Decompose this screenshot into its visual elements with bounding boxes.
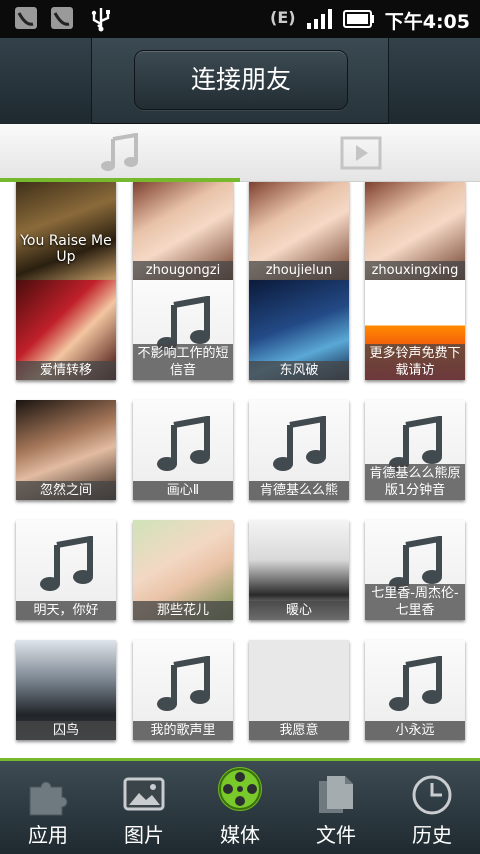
media-item-title: zhoujielun [249,261,349,280]
media-type-tabs [0,124,480,182]
media-item-title: You Raise Me Up [20,233,112,265]
media-item[interactable]: 东风破 [249,280,349,380]
media-item[interactable]: zhouxingxing [365,182,465,280]
media-item-title: 囚鸟 [16,721,116,740]
media-item-title: 肯德基么么熊原版1分钟音 [365,464,465,500]
media-item-title: 暖心 [249,601,349,620]
status-bar: (E) 下午4:05 [0,0,480,38]
music-grid: You Raise Me Up zhougongzi zhoujielun zhoux… [0,182,480,758]
media-item[interactable]: 暖心 [249,520,349,620]
header-bar: 连接朋友 [0,38,480,124]
nav-files[interactable]: 文件 [288,761,384,854]
media-item-title: 我的歌声里 [133,721,233,740]
clock-icon [412,775,452,815]
film-reel-icon [218,767,262,811]
media-item-title: zhougongzi [133,261,233,280]
media-item[interactable]: 不影响工作的短信音 [133,280,233,380]
media-item[interactable]: zhoujielun [249,182,349,280]
media-item[interactable]: 明天，你好 [16,520,116,620]
media-item-title: 更多铃声免费下载请访 [365,344,465,380]
nav-history[interactable]: 历史 [384,761,480,854]
header-left-panel [0,38,92,124]
media-item[interactable]: 爱情转移 [16,280,116,380]
battery-icon [343,10,375,32]
picture-icon [123,777,165,811]
header-right-panel [388,38,480,124]
media-item-title: 小永远 [365,721,465,740]
bottom-nav: 应用 图片 媒体 文件 历史 [0,758,480,854]
music-note-icon [273,416,326,471]
media-item-title: 那些花儿 [133,601,233,620]
media-item[interactable]: You Raise Me Up [16,182,116,280]
media-item[interactable]: 肯德基么么熊 [249,400,349,500]
status-time: 下午4:05 [384,11,470,33]
media-item-title: zhouxingxing [365,261,465,280]
media-item-title: 明天，你好 [16,601,116,620]
media-item[interactable]: 肯德基么么熊原版1分钟音 [365,400,465,500]
media-item[interactable]: 更多铃声免费下载请访 [365,280,465,380]
media-item[interactable]: 那些花儿 [133,520,233,620]
media-item[interactable]: 忽然之间 [16,400,116,500]
signal-icon [306,8,334,34]
tab-video[interactable] [240,124,480,182]
music-note-icon [157,416,210,471]
media-item-title: 我愿意 [249,721,349,740]
media-item-title: 爱情转移 [16,361,116,380]
nav-apps-label: 应用 [28,823,68,847]
media-item-title: 东风破 [249,361,349,380]
nav-media-label: 媒体 [220,823,260,847]
media-item[interactable]: 囚鸟 [16,640,116,740]
tab-music[interactable] [0,124,240,182]
play-icon [340,136,382,170]
music-note-icon [157,656,210,711]
network-type-indicator: (E) [270,8,296,27]
music-note-icon [389,656,442,711]
media-item[interactable]: zhougongzi [133,182,233,280]
nav-apps[interactable]: 应用 [0,761,96,854]
usb-icon [90,6,112,36]
media-item-title: 七里香-周杰伦-七里香 [365,584,465,620]
puzzle-icon [29,781,68,816]
music-note-icon [101,133,138,171]
nav-history-label: 历史 [412,823,452,847]
nav-pictures-label: 图片 [124,823,164,847]
media-item-title: 不影响工作的短信音 [133,344,233,380]
notification-icon [14,6,38,34]
media-item-title: 画心Ⅱ [133,481,233,500]
media-item-title: 忽然之间 [16,481,116,500]
media-item[interactable]: 七里香-周杰伦-七里香 [365,520,465,620]
media-item[interactable]: 我的歌声里 [133,640,233,740]
nav-files-label: 文件 [316,823,356,847]
files-icon [319,776,353,813]
media-item[interactable]: 画心Ⅱ [133,400,233,500]
media-item[interactable]: 我愿意 [249,640,349,740]
music-note-icon [40,536,93,591]
media-item[interactable]: 小永远 [365,640,465,740]
nav-media[interactable]: 媒体 [192,761,288,854]
media-item-title: 肯德基么么熊 [249,481,349,500]
connect-friends-button[interactable]: 连接朋友 [134,50,348,110]
notification-icon-2 [50,6,74,34]
nav-pictures[interactable]: 图片 [96,761,192,854]
